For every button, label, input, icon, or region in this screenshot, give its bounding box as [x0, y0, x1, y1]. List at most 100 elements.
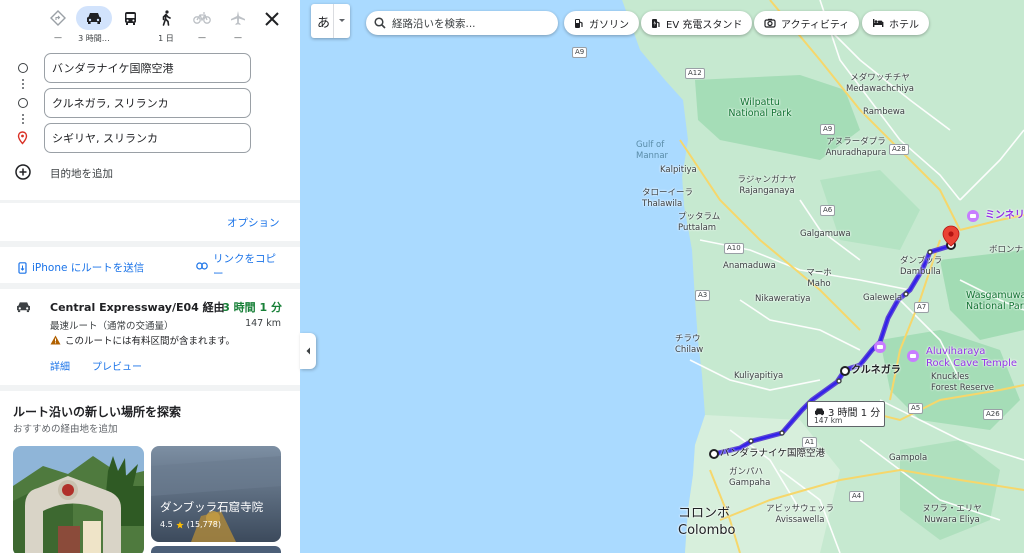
place-card-photo[interactable]	[13, 446, 144, 553]
phone-send-icon	[18, 261, 27, 274]
map-label-anamaduwa: Anamaduwa	[723, 261, 776, 271]
caret-down-icon	[339, 19, 345, 22]
map-label-kurunegala: クルネガラ	[851, 365, 901, 376]
travel-mode-tabs: — 3 時間… 1 日 — —	[40, 6, 256, 46]
chip-hotels[interactable]: ホテル	[862, 11, 929, 35]
waypoint-origin: バンダラナイケ国際空港	[0, 53, 300, 83]
map-label-kalpitiya: Kalpitiya	[660, 165, 697, 175]
mode-best[interactable]: —	[40, 6, 76, 46]
kurunegala-marker	[840, 366, 850, 376]
chip-gas[interactable]: ガソリン	[564, 11, 639, 35]
map-label-chilaw: チラウ Chilaw	[675, 334, 704, 355]
map-label-thalawila: タローイーラ Thalawila	[642, 188, 694, 209]
preview-link[interactable]: プレビュー	[92, 358, 142, 373]
mode-car[interactable]: 3 時間…	[76, 6, 112, 46]
place-card-dambulla[interactable]: ダンブッラ石窟寺院 4.5 (15,778)	[151, 446, 281, 542]
map-label-aluviharaya: Aluviharaya Rock Cave Temple	[926, 346, 1018, 369]
road-shield: A6	[820, 205, 836, 216]
options-row: オプション	[0, 203, 300, 241]
map-label-wasgamuwa: Wasgamuwa National Park	[966, 290, 1024, 312]
map-label-medawachchiya: メダワッチチヤ Medawachchiya	[845, 73, 915, 94]
route-links: 詳細 プレビュー	[50, 358, 142, 373]
car-icon	[87, 13, 101, 24]
map-label-puttalam: プッタラム Puttalam	[678, 212, 721, 233]
bicycle-icon	[193, 12, 211, 24]
chip-gas-label: ガソリン	[589, 19, 629, 31]
explore-title: ルート沿いの新しい場所を探索	[13, 405, 182, 419]
road-shield: A7	[914, 302, 930, 313]
map-label-nikaweratiya: Nikaweratiya	[755, 294, 811, 304]
walk-icon	[162, 10, 171, 26]
chip-ev[interactable]: EV 充電スタンド	[641, 11, 753, 35]
temple-gate-photo	[13, 446, 144, 553]
waypoint-destination: シギリヤ, スリランカ	[0, 123, 300, 153]
toll-warning: このルートには有料区間が含まれます。	[50, 333, 235, 347]
route-option[interactable]: Central Expressway/E04 経由 3 時間 1 分 最速ルート…	[0, 289, 300, 385]
origin-field[interactable]: バンダラナイケ国際空港	[44, 53, 251, 83]
route-time-badge[interactable]: 3 時間 1 分 147 km	[807, 401, 885, 427]
road-shield: A1	[802, 437, 818, 448]
ime-label: あ	[317, 15, 331, 31]
directions-form: — 3 時間… 1 日 — — バンダラナイケ国際空港 クルネガラ, スリランカ…	[0, 0, 300, 200]
road-shield: A28	[889, 144, 909, 155]
add-circle-icon	[15, 164, 31, 180]
road-shield: A5	[908, 403, 924, 414]
map-label-wilpattu: Wilpattu National Park	[728, 97, 792, 119]
mode-transit[interactable]	[112, 6, 148, 46]
route-search-input[interactable]: 経路沿いを検索...	[366, 11, 558, 35]
details-link[interactable]: 詳細	[50, 358, 70, 373]
map-label-minneriya: ミンネリ	[985, 210, 1024, 221]
road-shield: A26	[983, 409, 1003, 420]
place-card-next[interactable]	[151, 546, 281, 553]
airplane-icon	[231, 11, 245, 25]
add-destination-button[interactable]: 目的地を追加	[0, 160, 300, 186]
chip-hotels-label: ホテル	[889, 19, 919, 31]
route-duration: 3 時間 1 分	[222, 301, 282, 314]
search-placeholder: 経路沿いを検索...	[392, 17, 476, 30]
close-icon[interactable]	[262, 9, 282, 29]
send-to-phone-button[interactable]: iPhone にルートを送信	[18, 260, 144, 275]
options-button[interactable]: オプション	[227, 215, 280, 230]
map-label-polonnaruwa: ボロンナ	[989, 245, 1024, 255]
chevron-left-icon	[306, 347, 310, 355]
star-icon	[176, 520, 184, 528]
chip-ev-label: EV 充電スタンド	[666, 19, 743, 31]
chip-activities-label: アクティビティ	[781, 19, 850, 31]
mode-bike[interactable]: —	[184, 6, 220, 46]
waypoint-stop: クルネガラ, スリランカ	[0, 88, 300, 118]
map-label-nuwara-eliya: ヌワラ・エリヤ Nuwara Eliya	[922, 504, 982, 525]
camera-icon	[764, 18, 776, 28]
map-label-dambulla: ダンブッラ Dambulla	[900, 256, 943, 277]
chip-activities[interactable]: アクティビティ	[754, 11, 860, 35]
map-label-gampola: Gampola	[889, 453, 928, 463]
road-shield: A9	[820, 124, 836, 135]
mode-walk[interactable]: 1 日	[148, 6, 184, 46]
mode-flight[interactable]: —	[220, 6, 256, 46]
route-subtitle: 最速ルート（通常の交通量）	[50, 321, 174, 332]
origin-marker	[709, 449, 719, 459]
map-label-maho: マーホ Maho	[806, 268, 832, 289]
explore-section: ルート沿いの新しい場所を探索 おすすめの経由地を追加 ダンブッラ石窟寺院 4.5…	[0, 391, 300, 553]
map-label-rajanganaya: ラジャンガナヤ Rajanganaya	[737, 175, 797, 196]
car-icon	[17, 302, 30, 313]
destination-pin-icon	[17, 131, 28, 145]
collapse-panel-button[interactable]	[300, 333, 316, 369]
map-canvas[interactable]: A9 A12 A28 A10 A6 A3 A1 A26 A4 A7 A5 A9 …	[300, 0, 1024, 553]
ev-charging-icon	[652, 18, 660, 28]
input-method-toggle[interactable]: あ	[311, 4, 350, 38]
map-label-gampaha: ガンパハ Gampaha	[729, 467, 771, 488]
copy-link-button[interactable]: リンクをコピ ー	[196, 252, 276, 282]
stop-field[interactable]: クルネガラ, スリランカ	[44, 88, 251, 118]
map-label-gulf: Gulf of Mannar	[636, 140, 669, 161]
destination-field[interactable]: シギリヤ, スリランカ	[44, 123, 251, 153]
search-icon	[374, 17, 386, 29]
road-shield: A10	[724, 243, 744, 254]
map-label-galgamuwa: Galgamuwa	[800, 229, 851, 239]
warning-icon	[50, 335, 61, 345]
map-label-rambewa: Rambewa	[863, 107, 905, 117]
directions-panel: — 3 時間… 1 日 — — バンダラナイケ国際空港 クルネガラ, スリランカ…	[0, 0, 300, 553]
route-name: Central Expressway/E04 経由	[50, 301, 225, 314]
route-distance: 147 km	[245, 318, 281, 329]
car-icon	[815, 408, 824, 416]
maps-app: A9 A12 A28 A10 A6 A3 A1 A26 A4 A7 A5 A9 …	[0, 0, 1024, 553]
